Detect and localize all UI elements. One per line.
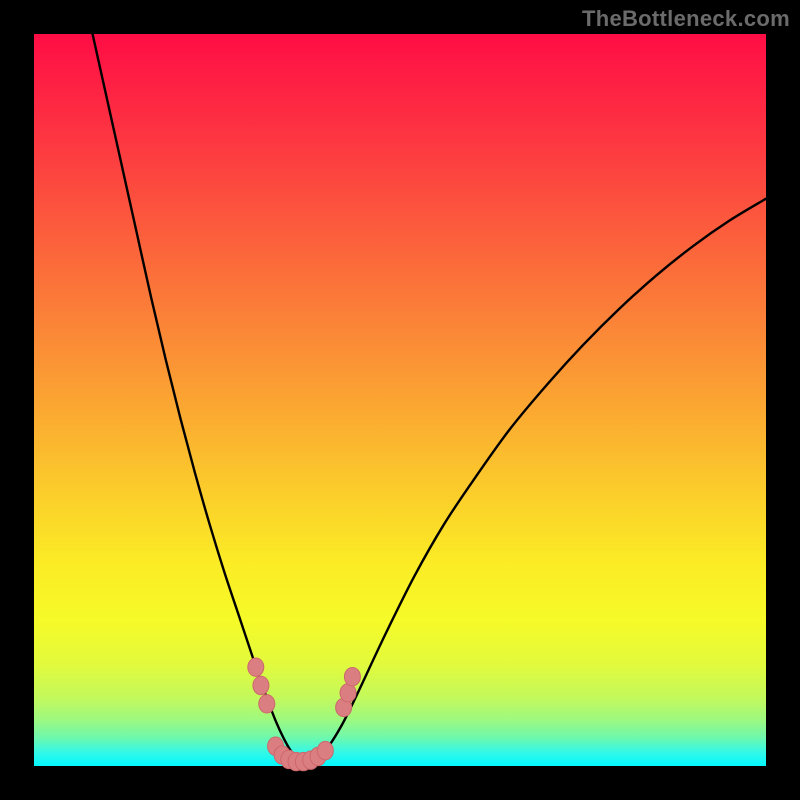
beads-group bbox=[248, 658, 361, 771]
bottleneck-curve bbox=[93, 34, 766, 762]
bead bbox=[248, 658, 264, 676]
watermark-text: TheBottleneck.com bbox=[582, 6, 790, 32]
bead bbox=[344, 668, 360, 686]
bead bbox=[340, 684, 356, 702]
outer-frame: TheBottleneck.com bbox=[0, 0, 800, 800]
bead bbox=[317, 741, 333, 759]
curve-overlay bbox=[34, 34, 766, 766]
bead bbox=[259, 695, 275, 713]
bead bbox=[253, 676, 269, 694]
